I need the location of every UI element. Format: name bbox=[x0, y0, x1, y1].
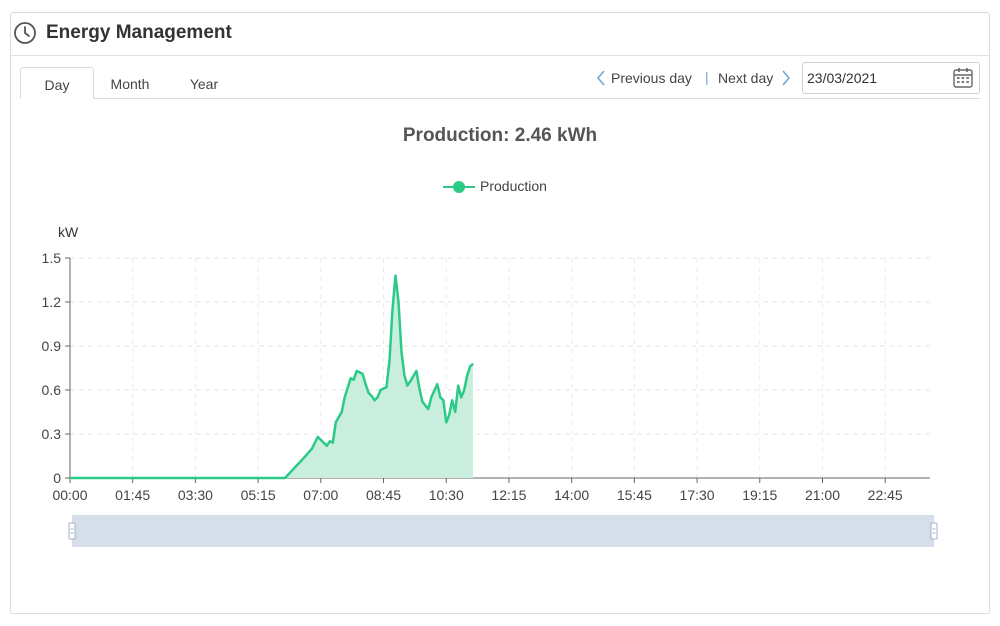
x-tick-label: 15:45 bbox=[617, 487, 652, 503]
y-tick-label: 1.5 bbox=[42, 250, 62, 266]
x-tick-label: 05:15 bbox=[241, 487, 276, 503]
zoom-slider[interactable] bbox=[72, 515, 934, 547]
x-tick-label: 22:45 bbox=[868, 487, 903, 503]
x-tick-label: 00:00 bbox=[52, 487, 87, 503]
x-tick-label: 03:30 bbox=[178, 487, 213, 503]
y-tick-label: 0.9 bbox=[42, 338, 62, 354]
x-tick-label: 14:00 bbox=[554, 487, 589, 503]
tab-day[interactable]: Day bbox=[20, 67, 94, 99]
y-tick-label: 1.2 bbox=[42, 294, 62, 310]
zoom-handle-right[interactable] bbox=[930, 522, 938, 540]
x-tick-label: 21:00 bbox=[805, 487, 840, 503]
x-tick-label: 10:30 bbox=[429, 487, 464, 503]
y-tick-label: 0.6 bbox=[42, 382, 62, 398]
x-tick-label: 07:00 bbox=[303, 487, 338, 503]
x-tick-label: 19:15 bbox=[742, 487, 777, 503]
x-tick-label: 12:15 bbox=[491, 487, 526, 503]
x-tick-label: 17:30 bbox=[680, 487, 715, 503]
x-tick-label: 08:45 bbox=[366, 487, 401, 503]
zoom-handle-left[interactable] bbox=[68, 522, 76, 540]
production-chart: 0 0.3 0.6 0.9 1.2 1.5 00:00 01:45 03:30 05:15 07:0… bbox=[42, 250, 938, 547]
x-tick-label: 01:45 bbox=[115, 487, 150, 503]
y-tick-label: 0.3 bbox=[42, 426, 62, 442]
y-tick-label: 0 bbox=[53, 470, 61, 486]
